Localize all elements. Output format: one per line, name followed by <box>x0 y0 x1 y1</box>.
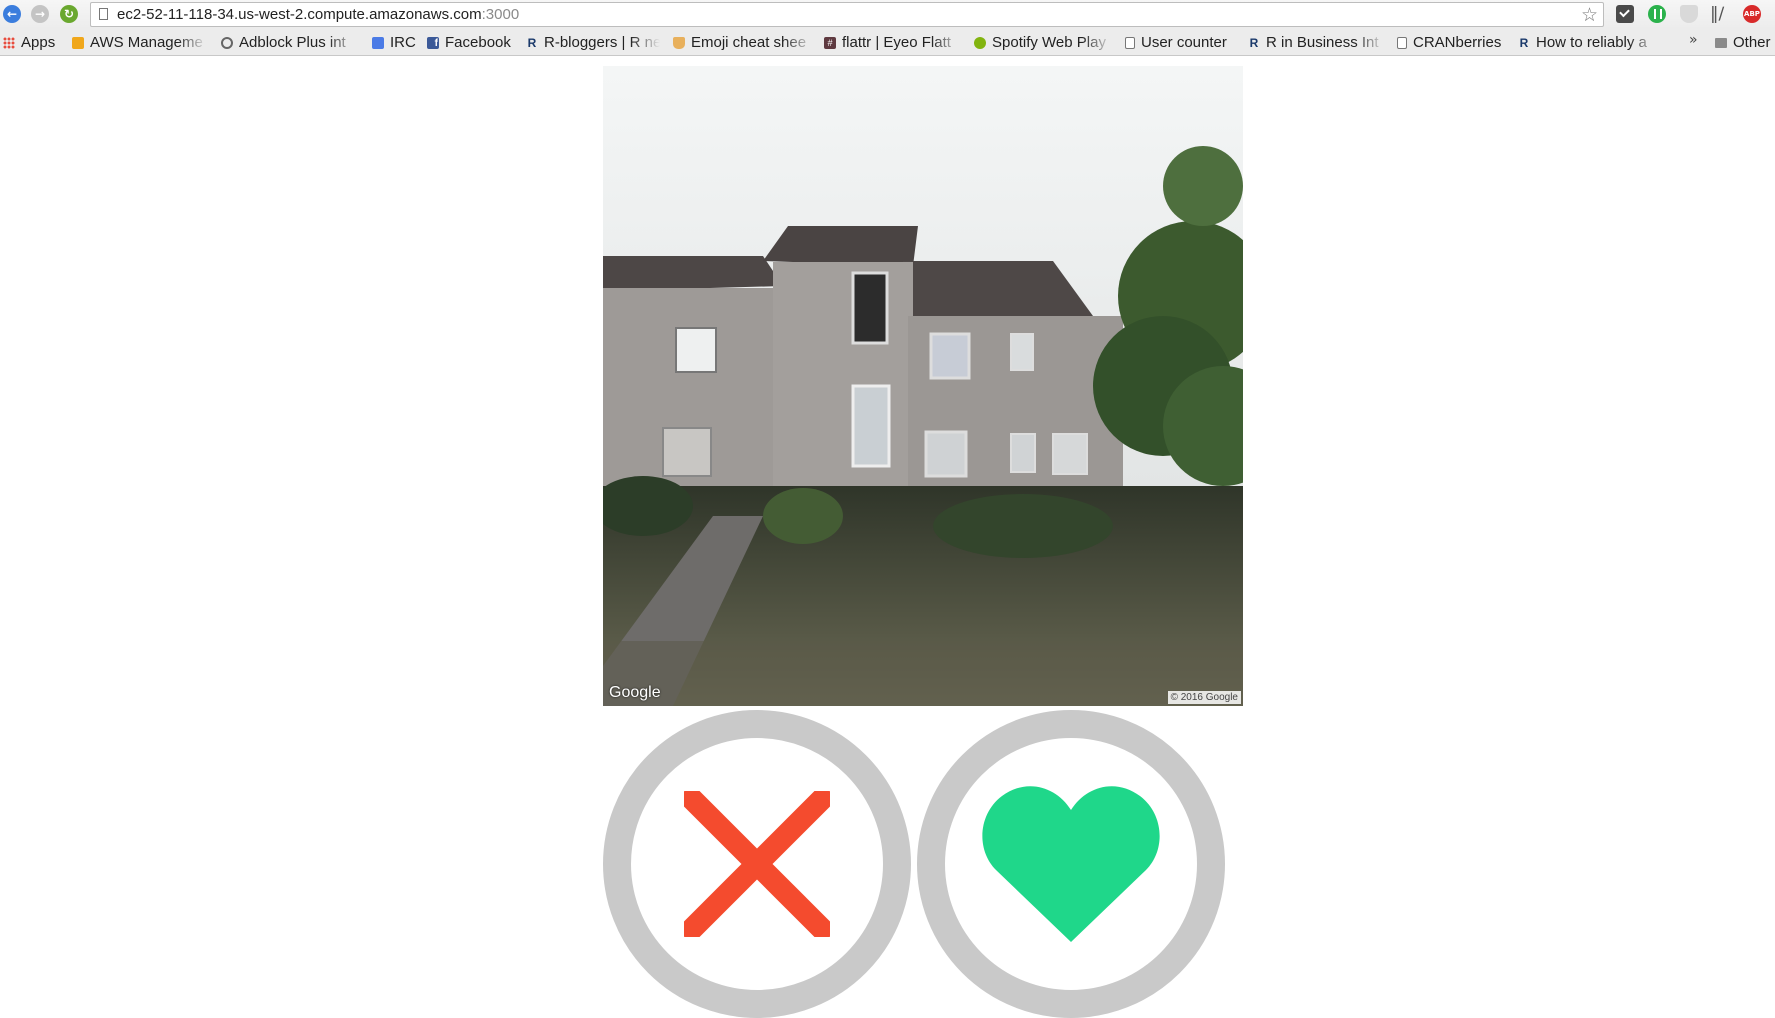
facebook-icon: f <box>427 36 439 49</box>
bookmark-r-in-business[interactable]: R R in Business Int <box>1248 34 1385 51</box>
spotify-icon <box>974 36 986 49</box>
apps-icon <box>3 36 15 49</box>
irc-icon <box>372 36 384 49</box>
bookmark-flattr[interactable]: # flattr | Eyeo Flatt <box>824 34 962 51</box>
cross-icon <box>684 791 830 937</box>
aws-icon <box>72 36 84 49</box>
google-watermark: Google <box>609 684 661 701</box>
bookmark-user-counter[interactable]: User counter <box>1125 34 1235 51</box>
forward-icon[interactable]: → <box>31 5 49 23</box>
copyright-label: © 2016 Google <box>1167 691 1241 704</box>
r-icon: R <box>1249 35 1259 50</box>
bookmark-label: R-bloggers | R ne <box>544 34 660 51</box>
r-icon: R <box>1519 35 1529 50</box>
bookmark-label: Emoji cheat shee <box>691 34 807 51</box>
url-text[interactable]: ec2-52-11-118-34.us-west-2.compute.amazo… <box>117 6 519 23</box>
books-icon[interactable]: ‖∕ <box>1710 5 1728 23</box>
bookmark-label: IRC <box>390 34 416 51</box>
bookmark-label: User counter <box>1141 34 1227 51</box>
bookmark-label: Facebook <box>445 34 511 51</box>
bookmark-label: flattr | Eyeo Flatt <box>842 34 951 51</box>
bookmark-emoji[interactable]: Emoji cheat shee <box>673 34 814 51</box>
page-icon <box>1125 36 1135 49</box>
bookmark-apps[interactable]: Apps <box>3 34 61 51</box>
address-bar[interactable]: ec2-52-11-118-34.us-west-2.compute.amazo… <box>90 2 1604 27</box>
browser-toolbar: ← → ↻ ec2-52-11-118-34.us-west-2.compute… <box>0 0 1775 29</box>
url-port: :3000 <box>481 6 520 23</box>
bookmarks-bar: Apps AWS Manageme Adblock Plus int IRC f… <box>0 29 1775 56</box>
folder-icon <box>1715 37 1727 48</box>
bookmark-spotify[interactable]: Spotify Web Play <box>974 34 1113 51</box>
page-icon <box>99 8 108 20</box>
bookmark-other-folder[interactable]: Other <box>1715 34 1775 51</box>
reload-icon[interactable]: ↻ <box>60 5 78 23</box>
bookmark-facebook[interactable]: f Facebook <box>427 34 515 51</box>
bookmark-adblock[interactable]: Adblock Plus int <box>221 34 358 51</box>
heart-icon <box>982 786 1160 942</box>
adblock-icon <box>221 36 233 49</box>
flattr-icon: # <box>824 36 836 49</box>
bookmark-rbloggers[interactable]: R R-bloggers | R ne <box>526 34 660 51</box>
bookmark-label: How to reliably a <box>1536 34 1647 51</box>
bookmark-how-to-reliably[interactable]: R How to reliably a <box>1518 34 1660 51</box>
bookmark-cranberries[interactable]: CRANberries <box>1397 34 1507 51</box>
building-photo <box>603 66 1243 706</box>
adblock-plus-icon[interactable]: ABP <box>1743 5 1761 23</box>
bookmark-irc[interactable]: IRC <box>372 34 420 51</box>
bookmark-aws[interactable]: AWS Manageme <box>72 34 207 51</box>
street-view-photo: Google © 2016 Google <box>603 66 1243 706</box>
green-extension-icon[interactable] <box>1648 5 1666 23</box>
url-host: ec2-52-11-118-34.us-west-2.compute.amazo… <box>117 6 482 23</box>
thumb-icon <box>673 36 685 49</box>
bookmark-label: Spotify Web Play <box>992 34 1106 51</box>
bookmark-label: CRANberries <box>1413 34 1502 51</box>
like-button[interactable] <box>917 710 1225 1018</box>
bookmark-label: Other <box>1733 34 1771 51</box>
reject-button[interactable] <box>603 710 911 1018</box>
shield-icon[interactable] <box>1680 5 1698 23</box>
back-icon[interactable]: ← <box>3 5 21 23</box>
pocket-icon[interactable] <box>1616 5 1634 23</box>
page-icon <box>1397 36 1407 49</box>
bookmark-label: Adblock Plus int <box>239 34 346 51</box>
star-icon[interactable]: ☆ <box>1581 4 1598 26</box>
r-icon: R <box>527 35 537 50</box>
bookmark-label: R in Business Int <box>1266 34 1379 51</box>
bookmarks-overflow-chevron[interactable]: » <box>1689 32 1698 48</box>
bookmark-label: AWS Manageme <box>90 34 203 51</box>
bookmark-label: Apps <box>21 34 56 51</box>
